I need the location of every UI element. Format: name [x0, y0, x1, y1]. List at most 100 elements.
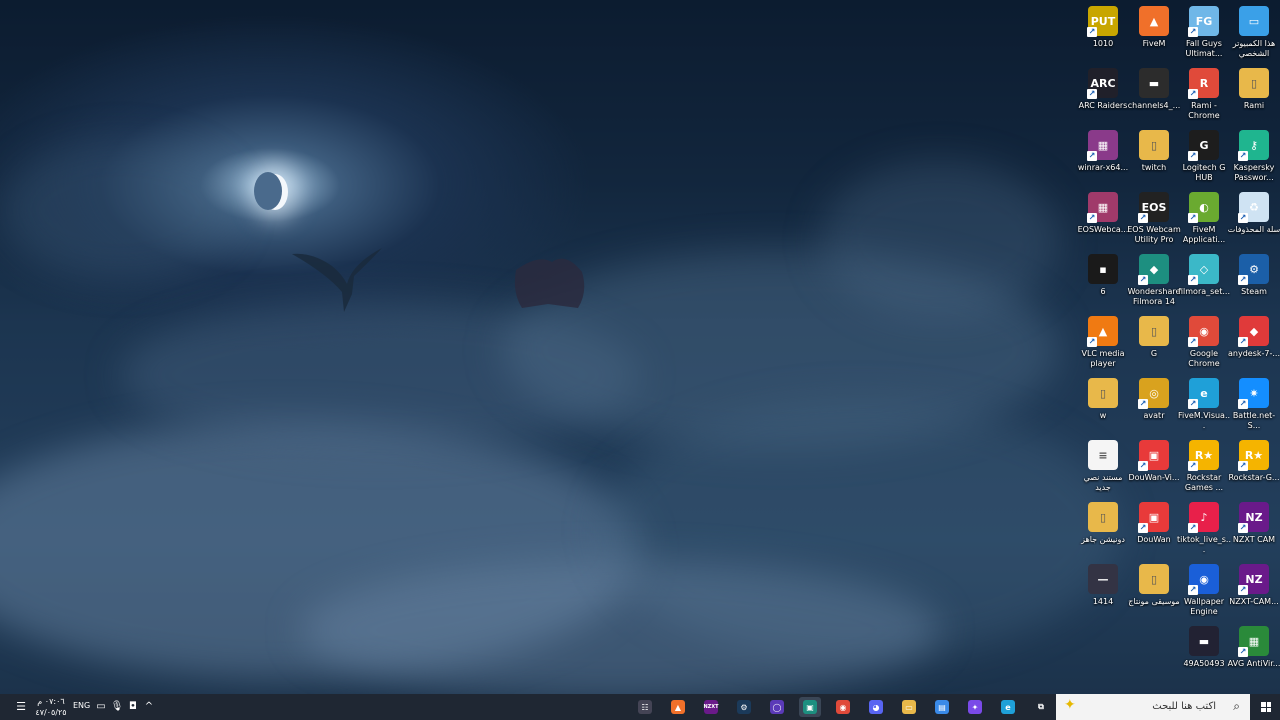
desktop-icon[interactable]: ▯ G	[1129, 312, 1179, 372]
chrome-profile-icon: R	[1188, 68, 1219, 99]
desktop-icon[interactable]: R★ Rockstar Games ...	[1179, 436, 1229, 496]
language-indicator[interactable]: ENG	[73, 701, 90, 710]
desktop-icon[interactable]: ▭ هذا الكمبيوتر الشخصي	[1229, 2, 1279, 62]
desktop-icon[interactable]: R★ Rockstar-G...	[1228, 436, 1280, 496]
desktop-icon[interactable]: — 1414	[1078, 560, 1128, 620]
nzxt-taskbar-icon: NZXT	[703, 700, 719, 714]
webcam-icon[interactable]: ◘	[126, 699, 140, 715]
discord-taskbar-button[interactable]: ◕	[865, 697, 887, 717]
copilot-sparkle-icon: ✦	[1064, 697, 1076, 713]
desktop-icon-label: NZXT-CAM...	[1229, 597, 1279, 606]
fivem-taskbar-button[interactable]: ▲	[667, 697, 689, 717]
chrome-icon: ◉	[1188, 316, 1219, 347]
desktop-icon[interactable]: ◉ Google Chrome	[1179, 312, 1229, 372]
screen-recorder-taskbar-button[interactable]: ☷	[634, 697, 656, 717]
desktop-icon-label: avatr	[1143, 411, 1165, 420]
nzxt-taskbar-button[interactable]: NZXT	[700, 697, 722, 717]
desktop-icon[interactable]: NZ NZXT CAM	[1229, 498, 1279, 558]
system-clock[interactable]: ٠٧:٠٦ م ٤٧/٠٥/٢٥	[30, 696, 72, 718]
wondershare-taskbar-icon: ▣	[803, 700, 817, 714]
desktop-icon-label: DouWan-Vi...	[1128, 473, 1180, 482]
desktop-icon[interactable]: ▯ دونيشن جاهز	[1078, 498, 1128, 558]
desktop-icon-label: Fall Guys Ultimat...	[1185, 39, 1223, 58]
desktop-icon[interactable]: PUT 1010	[1078, 2, 1128, 62]
desktop-icon[interactable]: ◐ FiveM Applicati...	[1179, 188, 1229, 248]
desktop-icon-label: FiveM Applicati...	[1182, 225, 1226, 244]
desktop-icon-label: w	[1099, 411, 1107, 420]
desktop-icon[interactable]: ◎ avatr	[1129, 374, 1179, 434]
image-file-icon: —	[1088, 564, 1118, 594]
task-view-button[interactable]: ⧉	[1030, 697, 1052, 717]
desktop-icon[interactable]: ⚷ Kaspersky Passwor...	[1229, 126, 1279, 186]
desktop-icon-label: NZXT CAM	[1232, 535, 1276, 544]
desktop-icon-label: Rockstar Games ...	[1184, 473, 1224, 492]
desktop-icon[interactable]: ▦ EOSWebca...	[1078, 188, 1128, 248]
file-explorer-taskbar-button[interactable]: ▭	[898, 697, 920, 717]
show-hidden-icons-chevron-icon[interactable]: ^	[142, 699, 156, 715]
clock-date: ٤٧/٠٥/٢٥	[35, 708, 67, 717]
fivem-application-icon: ◐	[1188, 192, 1219, 223]
copilot-taskbar-button[interactable]: ✦	[964, 697, 986, 717]
desktop-icon[interactable]: e FiveM.Visua...	[1178, 374, 1230, 434]
desktop-icon[interactable]: G Logitech G HUB	[1179, 126, 1229, 186]
desktop-icon[interactable]: ⚙ Steam	[1229, 250, 1279, 310]
desktop-icon[interactable]: FG Fall Guys Ultimat...	[1179, 2, 1229, 62]
filmora-icon: ◆	[1138, 254, 1169, 285]
desktop-icon[interactable]: ▯ w	[1078, 374, 1128, 434]
desktop-icon[interactable]: ▯ موسيقى مونتاج	[1128, 560, 1180, 620]
kaspersky-password-icon: ⚷	[1238, 130, 1269, 161]
desktop-icon[interactable]: ◇ filmora_set...	[1178, 250, 1230, 310]
chrome-taskbar-button[interactable]: ◉	[832, 697, 854, 717]
start-button[interactable]	[1252, 694, 1280, 720]
this-pc-icon: ▭	[1239, 6, 1269, 36]
desktop-icon[interactable]: EOS EOS Webcam Utility Pro	[1127, 188, 1181, 248]
wondershare-taskbar-button[interactable]: ▣	[799, 697, 821, 717]
desktop-icon-label: twitch	[1141, 163, 1167, 172]
search-box[interactable]: ✦ اكتب هنا للبحث ⌕	[1056, 694, 1250, 720]
winrar-archive-icon: ▦	[1087, 192, 1118, 223]
desktop-icon[interactable]: ◉ Wallpaper Engine	[1179, 560, 1229, 620]
microphone-icon[interactable]: 🎙	[110, 699, 124, 715]
desktop-icon-label: موسيقى مونتاج	[1128, 597, 1180, 606]
desktop-icon[interactable]: ▣ DouWan	[1129, 498, 1179, 558]
fivem-icon: ▲	[1139, 6, 1169, 36]
desktop-icon[interactable]: ▲ FiveM	[1129, 2, 1179, 62]
steam-taskbar-button[interactable]: ⚙	[733, 697, 755, 717]
desktop-icon[interactable]: ≡ مستند نصي جديد	[1078, 436, 1128, 496]
desktop-icon[interactable]: ▦ winrar-x64...	[1078, 126, 1128, 186]
desktop-icon-label: Rockstar-G...	[1228, 473, 1280, 482]
desktop-icon-label: FiveM	[1142, 39, 1166, 48]
desktop-icon[interactable]: ♪ tiktok_live_s...	[1177, 498, 1231, 558]
microsoft-store-taskbar-button[interactable]: ▤	[931, 697, 953, 717]
desktop-icon-label: G	[1150, 349, 1158, 358]
desktop-icon[interactable]: ▦ AVG AntiVir...	[1227, 622, 1280, 682]
recycle-bin-icon: ♻	[1238, 192, 1269, 223]
desktop-icon[interactable]: ♻ سلة المحذوفات	[1227, 188, 1280, 248]
avatr-icon: ◎	[1138, 378, 1169, 409]
obs-taskbar-button[interactable]: ◯	[766, 697, 788, 717]
network-icon[interactable]: ▭	[94, 699, 108, 715]
rockstar-installer-icon: R★	[1238, 440, 1269, 471]
desktop-icon[interactable]: ▲ VLC media player	[1078, 312, 1128, 372]
desktop-icon[interactable]: ▣ DouWan-Vi...	[1128, 436, 1180, 496]
desktop-icon-label: DouWan	[1137, 535, 1171, 544]
desktop-icon[interactable]: ▯ Rami	[1229, 64, 1279, 124]
desktop-icon[interactable]: NZ NZXT-CAM...	[1229, 560, 1279, 620]
desktop-icon[interactable]: ARC ARC Raiders	[1078, 64, 1128, 124]
desktop-icon[interactable]: ▬ 49A50493	[1179, 622, 1229, 682]
wallpaper-engine-icon: ◉	[1188, 564, 1219, 595]
desktop-icon[interactable]: R Rami - Chrome	[1179, 64, 1229, 124]
desktop-icon-label: سلة المحذوفات	[1227, 225, 1280, 234]
desktop-icon-label: AVG AntiVir...	[1227, 659, 1280, 668]
nzxt-installer-icon: NZ	[1238, 564, 1269, 595]
desktop-icon[interactable]: ◆ anydesk-7-...	[1228, 312, 1280, 372]
desktop-icon-label: 1414	[1092, 597, 1114, 606]
desktop-icon[interactable]: ◆ Wondershare Filmora 14	[1128, 250, 1180, 310]
notification-center-icon[interactable]: ☰	[14, 700, 28, 714]
folder-icon: ▯	[1139, 564, 1169, 594]
desktop-icon[interactable]: ▬ channels4_...	[1128, 64, 1180, 124]
desktop-icon[interactable]: ✷ Battle.net-S...	[1229, 374, 1279, 434]
desktop-icon[interactable]: ▪ 6	[1078, 250, 1128, 310]
edge-taskbar-button[interactable]: e	[997, 697, 1019, 717]
desktop-icon[interactable]: ▯ twitch	[1129, 126, 1179, 186]
